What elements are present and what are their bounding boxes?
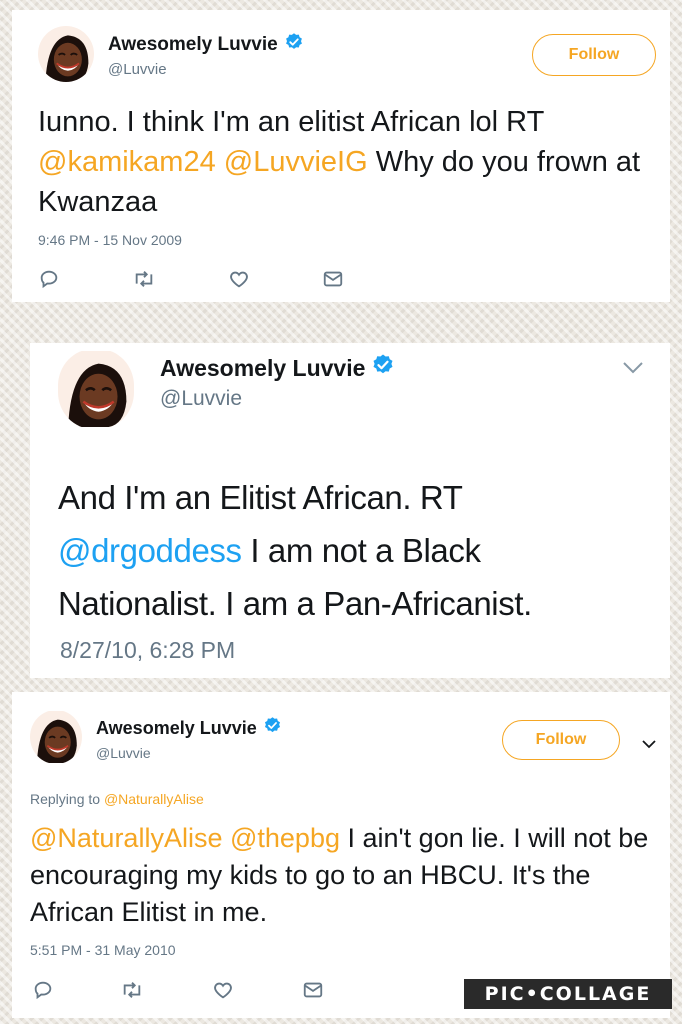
verified-badge-icon: [284, 32, 304, 58]
tweet-card-2: Awesomely Luvvie @Luvvie And I'm an Elit…: [30, 343, 670, 678]
action-bar: [32, 979, 352, 1003]
like-icon[interactable]: [212, 979, 234, 1006]
verified-badge-icon: [263, 716, 282, 740]
handle[interactable]: @Luvvie: [96, 745, 151, 761]
replying-to: Replying to @NaturallyAlise: [30, 791, 204, 807]
handle[interactable]: @Luvvie: [160, 387, 242, 411]
avatar[interactable]: [30, 710, 82, 764]
replying-to-link[interactable]: @NaturallyAlise: [104, 791, 204, 807]
mention-link[interactable]: @kamikam24: [38, 146, 216, 178]
timestamp[interactable]: 8/27/10, 6:28 PM: [60, 637, 235, 664]
pic-collage-watermark: PIC•COLLAGE: [464, 979, 672, 1009]
action-bar: [38, 268, 358, 292]
mention-link[interactable]: @NaturallyAlise: [30, 823, 222, 853]
avatar[interactable]: [38, 26, 94, 82]
tweet-text: Iunno. I think I'm an elitist African lo…: [38, 106, 641, 218]
follow-button[interactable]: Follow: [502, 720, 620, 760]
like-icon[interactable]: [228, 268, 250, 295]
tweet-text: And I'm an Elitist African. RT @drgoddes…: [58, 479, 532, 622]
tweet-text: @NaturallyAlise @thepbg I ain't gon lie.…: [30, 823, 649, 927]
chevron-down-icon[interactable]: [642, 736, 656, 754]
direct-message-icon[interactable]: [302, 979, 324, 1006]
timestamp[interactable]: 9:46 PM - 15 Nov 2009: [38, 232, 182, 248]
retweet-icon[interactable]: [120, 979, 144, 1006]
handle[interactable]: @Luvvie: [108, 61, 167, 78]
display-name[interactable]: Awesomely Luvvie: [108, 32, 304, 58]
avatar[interactable]: [58, 349, 134, 429]
timestamp[interactable]: 5:51 PM - 31 May 2010: [30, 942, 176, 958]
reply-icon[interactable]: [32, 979, 54, 1006]
reply-icon[interactable]: [38, 268, 60, 295]
tweet-card-3: Awesomely Luvvie @Luvvie Follow Replying…: [12, 692, 670, 1018]
mention-link[interactable]: @drgoddess: [58, 532, 242, 569]
follow-button[interactable]: Follow: [532, 34, 656, 76]
retweet-icon[interactable]: [132, 268, 156, 295]
direct-message-icon[interactable]: [322, 268, 344, 295]
verified-badge-icon: [371, 353, 395, 383]
mention-link[interactable]: @LuvvieIG: [224, 146, 368, 178]
display-name[interactable]: Awesomely Luvvie: [96, 716, 282, 740]
tweet-card-1: Awesomely Luvvie @Luvvie Follow Iunno. I…: [12, 10, 670, 302]
mention-link[interactable]: @thepbg: [230, 823, 340, 853]
chevron-down-icon[interactable]: [622, 361, 644, 380]
display-name[interactable]: Awesomely Luvvie: [160, 353, 395, 383]
